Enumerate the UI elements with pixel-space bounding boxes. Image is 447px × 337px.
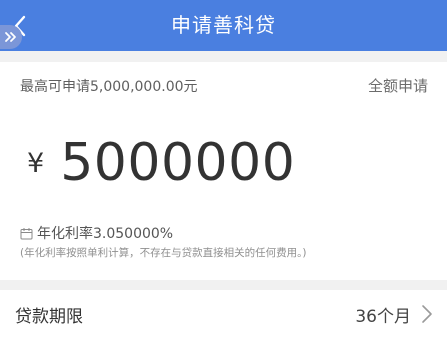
rate-note: (年化利率按照单利计算，不存在与贷款直接相关的任何费用。) (20, 247, 307, 259)
header-bar: 申请善科贷 (0, 0, 447, 51)
loan-application-page: 申请善科贷 最高可申请5,000,000.00元 全额申请 ¥ 5000000 … (0, 0, 447, 337)
chevron-right-icon (422, 305, 432, 323)
max-amount-label: 最高可申请5,000,000.00元 (20, 79, 198, 95)
annual-rate: 年化利率3.050000% (37, 226, 174, 242)
full-apply-button[interactable]: 全额申请 (368, 75, 428, 96)
amount-card: 最高可申请5,000,000.00元 全额申请 ¥ 年化利率3.050000% … (0, 62, 447, 280)
double-chevron-icon (5, 32, 16, 42)
loan-term-label: 贷款期限 (15, 307, 83, 327)
amount-input[interactable] (60, 133, 361, 193)
page-title: 申请善科贷 (171, 13, 276, 37)
loan-term-value: 36个月 (355, 307, 411, 327)
amount-row: ¥ (27, 128, 361, 198)
loan-term-row[interactable]: 贷款期限 36个月 (0, 290, 447, 337)
currency-symbol: ¥ (27, 147, 45, 179)
rate-row: 年化利率3.050000% (20, 223, 173, 243)
calendar-icon (20, 227, 33, 239)
